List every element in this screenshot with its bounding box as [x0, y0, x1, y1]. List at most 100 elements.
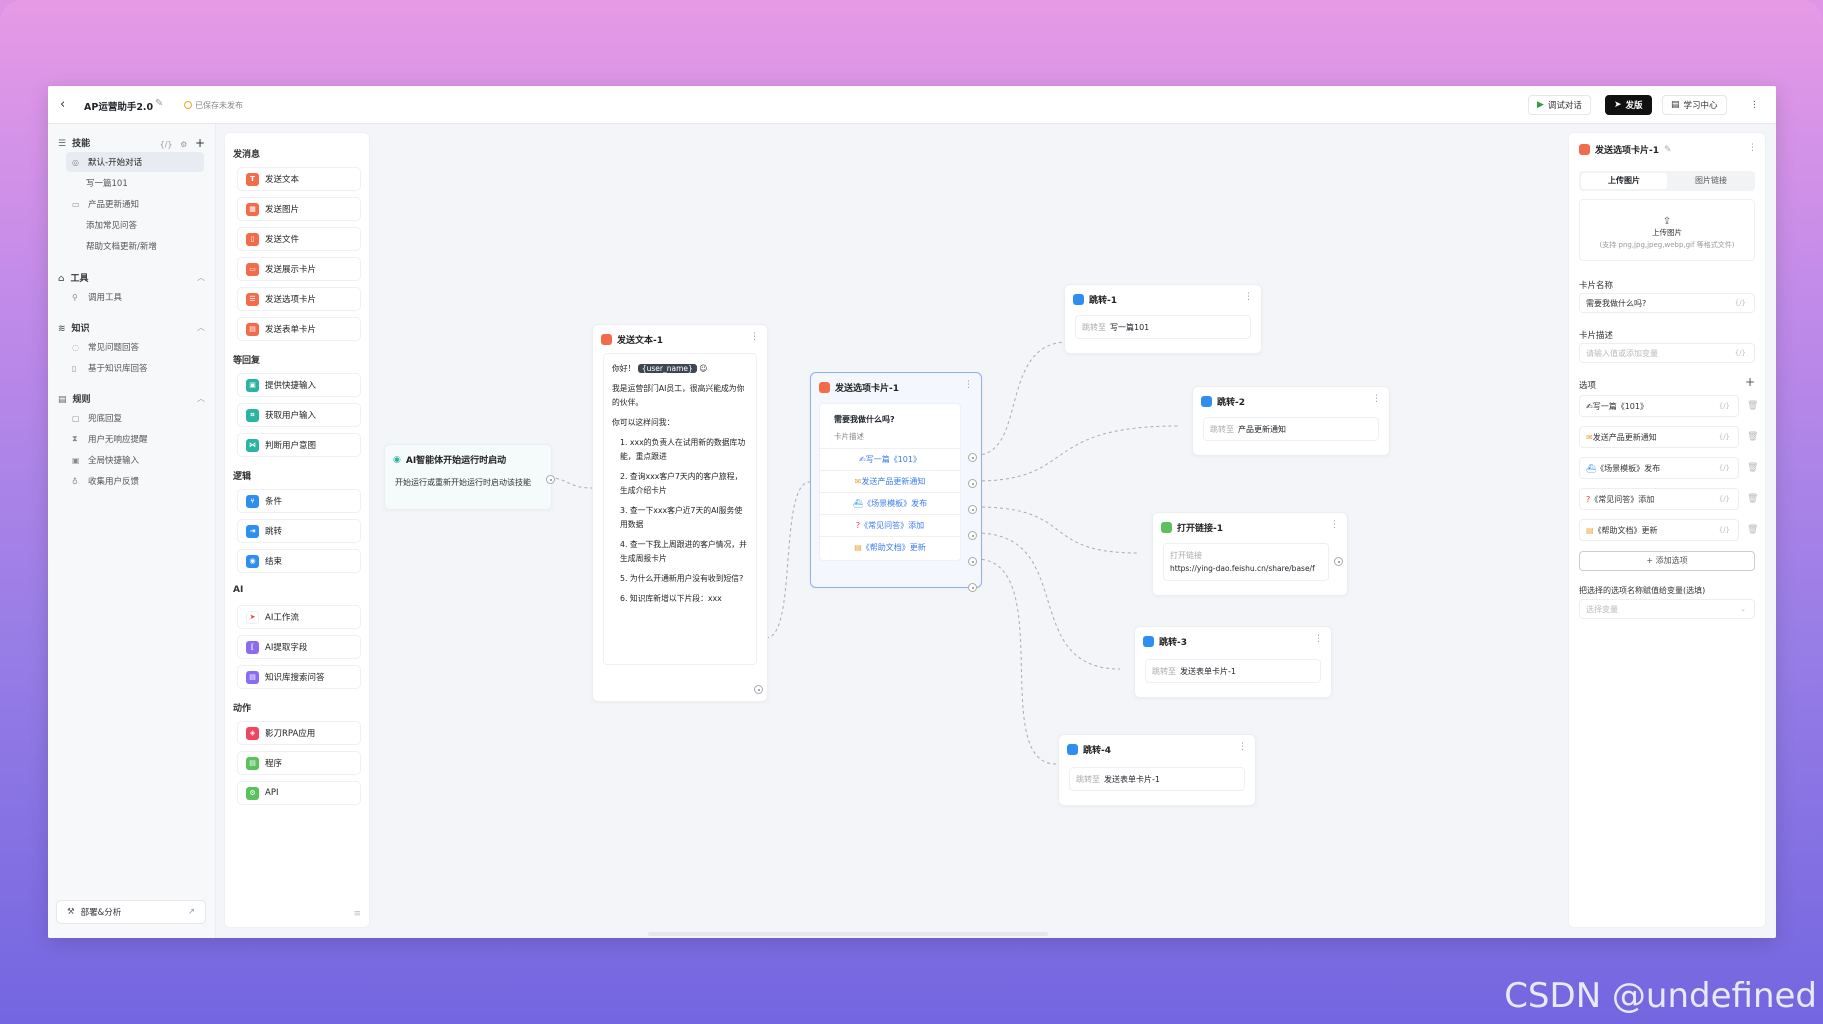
rule-item[interactable]: ▣ 全局快捷输入 [66, 450, 204, 470]
collapse-icon[interactable]: ︿ [197, 272, 205, 283]
palette-item[interactable]: ⇥ 跳转 [237, 519, 361, 543]
debug-button[interactable]: ▶ 调试对话 [1528, 95, 1591, 115]
option-row[interactable]: ? 《常见问答》添加 {/} [1579, 488, 1739, 510]
rules-header[interactable]: ▤ 规则 [58, 392, 91, 405]
palette-item[interactable]: ⚙ API [237, 781, 361, 805]
palette-item[interactable]: ➤ AI工作流 [237, 605, 361, 629]
tab-upload-image[interactable]: 上传图片 [1581, 173, 1667, 189]
settings-icon[interactable]: ⚙ [180, 140, 187, 149]
rule-item[interactable]: ⧗ 用户无响应提醒 [66, 429, 204, 449]
more-icon[interactable]: ⋮ [964, 380, 973, 390]
palette-item[interactable]: ▣ 提供快捷输入 [237, 373, 361, 397]
jump-node[interactable]: 跳转-2 ⋮ 跳转至 产品更新通知 [1192, 386, 1390, 456]
output-port[interactable] [546, 475, 555, 484]
variable-icon[interactable]: {/} [1735, 299, 1746, 307]
open-link-node[interactable]: 打开链接-1 ⋮ 打开链接 https://ying-dao.feishu.cn/… [1152, 512, 1348, 596]
variable-icon[interactable]: {/} [1719, 402, 1730, 410]
rule-item[interactable]: ♁ 收集用户反馈 [66, 471, 204, 491]
skill-item[interactable]: 添加常见问答 [66, 215, 204, 235]
more-icon[interactable]: ⋮ [750, 332, 759, 342]
palette-item[interactable]: ⑂ 条件 [237, 489, 361, 513]
variable-icon[interactable]: {/} [160, 140, 173, 149]
variable-icon[interactable]: {/} [1719, 433, 1730, 441]
palette-item[interactable]: T 发送文本 [237, 167, 361, 191]
message-content[interactable]: 你好！ {user_name} ☺ 我是运营部门AI员工，很高兴能成为你的伙伴。… [603, 353, 757, 665]
collapse-icon[interactable]: ︿ [197, 393, 205, 404]
more-icon[interactable]: ⋮ [1314, 634, 1323, 644]
variable-icon[interactable]: {/} [1735, 349, 1746, 357]
upload-dropzone[interactable]: ⇪ 上传图片 (支持 png,jpg,jpeg,webp,gif 等格式文件) [1579, 199, 1755, 261]
card-option[interactable]: ▤《帮助文档》更新 [820, 536, 960, 558]
learn-center-button[interactable]: ▤ 学习中心 [1662, 95, 1727, 115]
palette-item[interactable]: ◉ 结束 [237, 549, 361, 573]
skill-item[interactable]: 帮助文档更新/新增 [66, 236, 204, 256]
start-node[interactable]: ◉ AI智能体开始运行时启动 开始运行或重新开始运行时启动该技能 [384, 444, 555, 510]
delete-icon[interactable]: 🗑 [1747, 525, 1758, 535]
add-icon[interactable]: + [195, 136, 205, 150]
output-port[interactable] [968, 557, 977, 566]
tab-image-link[interactable]: 图片链接 [1669, 173, 1753, 189]
card-name-input[interactable]: 需要我做什么吗? {/} [1579, 293, 1755, 313]
jump-node[interactable]: 跳转-4 ⋮ 跳转至 发送表单卡片-1 [1058, 734, 1256, 806]
output-port[interactable] [968, 583, 977, 592]
deploy-analysis-button[interactable]: ⚒ 部署&分析 ↗ [56, 900, 206, 924]
jump-node[interactable]: 跳转-1 ⋮ 跳转至 写一篇101 [1064, 284, 1262, 354]
more-icon[interactable]: ⋮ [1372, 394, 1381, 404]
variable-icon[interactable]: {/} [1719, 526, 1730, 534]
delete-icon[interactable]: 🗑 [1747, 432, 1758, 442]
more-icon[interactable]: ⋮ [1748, 143, 1757, 153]
flow-canvas[interactable]: ◉ AI智能体开始运行时启动 开始运行或重新开始运行时启动该技能 发送文本-1 ⋮… [378, 124, 1560, 938]
palette-item[interactable]: ▤ 知识库搜索问答 [237, 665, 361, 689]
option-row[interactable]: ✍ 写一篇《101》 {/} [1579, 395, 1739, 417]
knowledge-item[interactable]: ◌ 常见问题回答 [66, 337, 204, 357]
output-port[interactable] [968, 479, 977, 488]
tool-item[interactable]: ⚲ 调用工具 [66, 287, 204, 307]
palette-item[interactable]: ◈ 影刀RPA应用 [237, 721, 361, 745]
variable-icon[interactable]: {/} [1719, 464, 1730, 472]
back-icon[interactable]: ‹ [60, 97, 65, 112]
tools-header[interactable]: ⌂ 工具 [58, 271, 88, 284]
output-port[interactable] [968, 531, 977, 540]
output-port[interactable] [968, 505, 977, 514]
delete-icon[interactable]: 🗑 [1747, 401, 1758, 411]
option-row[interactable]: ▤ 《帮助文档》更新 {/} [1579, 519, 1739, 541]
delete-icon[interactable]: 🗑 [1747, 494, 1758, 504]
card-desc-input[interactable]: 请输入值或添加变量 {/} [1579, 343, 1755, 363]
jump-node[interactable]: 跳转-3 ⋮ 跳转至 发送表单卡片-1 [1134, 626, 1332, 698]
palette-item[interactable]: ▤ 程序 [237, 751, 361, 775]
skill-item[interactable]: ▭ 产品更新通知 [66, 194, 204, 214]
palette-item[interactable]: ☰ 发送选项卡片 [237, 287, 361, 311]
skill-item[interactable]: ◎ 默认-开始对话 [66, 152, 204, 172]
variable-icon[interactable]: {/} [1719, 495, 1730, 503]
palette-item[interactable]: ⌗ 获取用户输入 [237, 403, 361, 427]
output-port[interactable] [1334, 557, 1343, 566]
knowledge-item[interactable]: ▯ 基于知识库回答 [66, 358, 204, 378]
add-option-icon[interactable]: + [1745, 375, 1755, 389]
card-option[interactable]: ?《常见问答》添加 [820, 514, 960, 536]
knowledge-header[interactable]: ≋ 知识 [58, 321, 90, 334]
palette-item[interactable]: ▤ 发送表单卡片 [237, 317, 361, 341]
option-row[interactable]: ⛴ 《场景模板》发布 {/} [1579, 457, 1739, 479]
horizontal-scrollbar[interactable] [648, 932, 1048, 936]
more-menu-icon[interactable]: ⋮ [1745, 95, 1764, 115]
collapse-panel-icon[interactable]: ≡ [353, 909, 361, 919]
assign-variable-select[interactable]: 选择变量 ⌄ [1579, 599, 1755, 619]
option-card-node[interactable]: 发送选项卡片-1 ⋮ 需要我做什么吗? 卡片描述 ✍写一篇《101》 ✉发送产品… [810, 372, 982, 592]
more-icon[interactable]: ⋮ [1330, 520, 1339, 530]
collapse-icon[interactable]: ︿ [197, 322, 205, 333]
palette-item[interactable]: ▦ 发送图片 [237, 197, 361, 221]
output-port[interactable] [754, 685, 763, 694]
add-option-button[interactable]: + 添加选项 [1579, 551, 1755, 571]
card-option[interactable]: ⛴《场景模板》发布 [820, 492, 960, 514]
skill-item[interactable]: 写一篇101 [66, 173, 204, 193]
edit-icon[interactable]: ✎ [155, 98, 163, 109]
publish-button[interactable]: ➤ 发版 [1605, 95, 1652, 115]
rule-item[interactable]: ▢ 兜底回复 [66, 408, 204, 428]
send-text-node[interactable]: 发送文本-1 ⋮ 你好！ {user_name} ☺ 我是运营部门AI员工，很高… [592, 324, 768, 702]
delete-icon[interactable]: 🗑 [1747, 463, 1758, 473]
card-option[interactable]: ✉发送产品更新通知 [820, 470, 960, 492]
card-option[interactable]: ✍写一篇《101》 [820, 448, 960, 470]
palette-item[interactable]: ⟦ AI提取字段 [237, 635, 361, 659]
palette-item[interactable]: ⋈ 判断用户意图 [237, 433, 361, 457]
palette-item[interactable]: ▯ 发送文件 [237, 227, 361, 251]
